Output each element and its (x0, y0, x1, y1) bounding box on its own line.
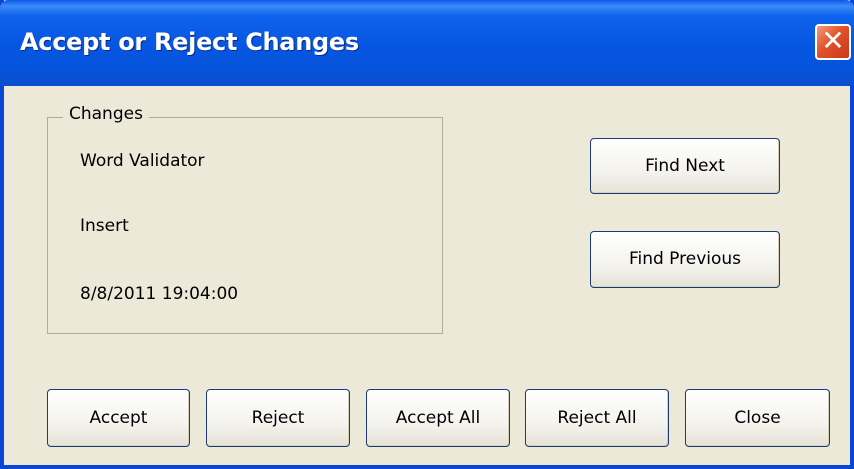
change-type: Insert (80, 216, 129, 236)
reject-all-button[interactable]: Reject All (525, 389, 669, 447)
reject-label: Reject (251, 408, 305, 428)
change-timestamp: 8/8/2011 19:04:00 (80, 284, 239, 304)
reject-all-label: Reject All (557, 408, 637, 428)
close-label: Close (734, 408, 781, 428)
title-bar[interactable]: Accept or Reject Changes ✕ (0, 0, 854, 86)
reject-button[interactable]: Reject (206, 389, 350, 447)
accept-all-button[interactable]: Accept All (366, 389, 510, 447)
find-previous-label: Find Previous (628, 249, 742, 269)
window-title: Accept or Reject Changes (20, 28, 359, 56)
find-next-label: Find Next (645, 156, 725, 176)
close-icon[interactable]: ✕ (815, 24, 851, 60)
accept-all-label: Accept All (395, 408, 481, 428)
change-author: Word Validator (80, 151, 205, 171)
accept-label: Accept (89, 408, 148, 428)
find-next-button[interactable]: Find Next (590, 138, 780, 194)
close-button[interactable]: Close (685, 389, 830, 447)
accept-button[interactable]: Accept (47, 389, 190, 447)
changes-group-label: Changes (63, 104, 149, 124)
find-previous-button[interactable]: Find Previous (590, 231, 780, 288)
